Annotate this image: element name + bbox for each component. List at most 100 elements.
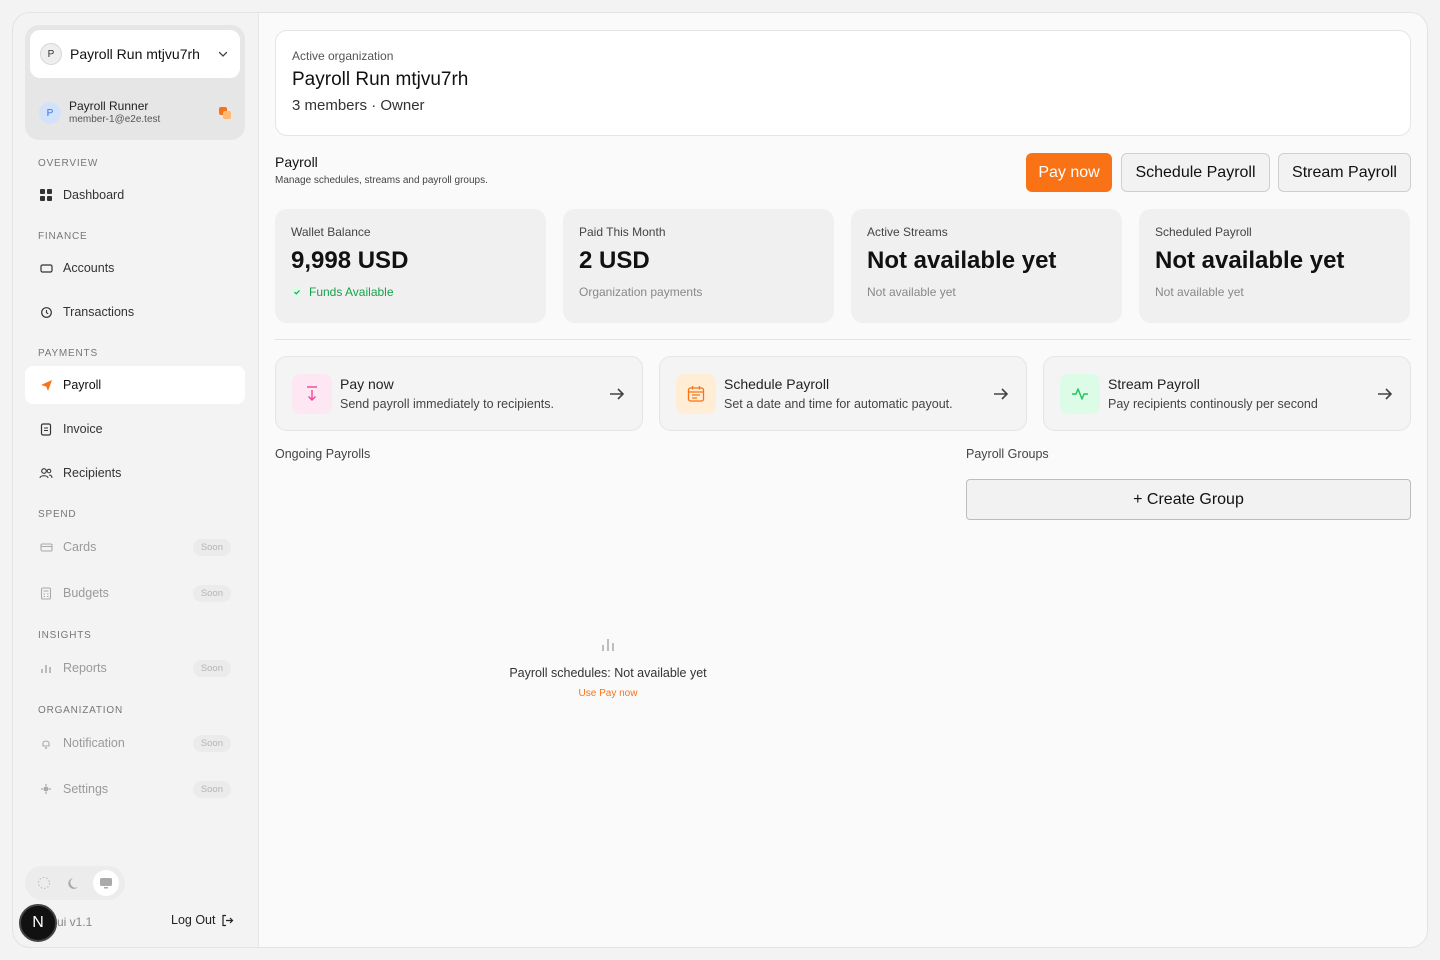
org-header: Active organization Payroll Run mtjvu7rh…: [275, 30, 1411, 136]
check-circle-icon: [292, 287, 302, 297]
sidebar-item-notification[interactable]: Notification Soon: [25, 724, 245, 762]
monitor-icon: [99, 878, 112, 889]
org-name: Payroll Run mtjvu7rh: [70, 46, 200, 62]
sidebar-item-settings[interactable]: Settings Soon: [25, 770, 245, 808]
logout-icon: [222, 914, 234, 926]
stat-label: Active Streams: [867, 225, 948, 239]
users-icon: [39, 466, 53, 480]
org-header-subtitle: 3 members · Owner: [292, 97, 425, 114]
page-title: Payroll: [275, 154, 318, 170]
section-finance: FINANCE: [38, 231, 88, 242]
org-card: P Payroll Run mtjvu7rh P Payroll Runner …: [25, 25, 245, 140]
org-header-label: Active organization: [292, 49, 394, 63]
org-header-title: Payroll Run mtjvu7rh: [292, 69, 469, 90]
soon-badge: Soon: [192, 538, 231, 556]
stat-active-streams: Active Streams Not available yet Not ava…: [851, 209, 1122, 323]
sidebar-item-invoice[interactable]: Invoice: [25, 410, 245, 448]
wallet-icon: [39, 261, 53, 275]
payroll-groups-label: Payroll Groups: [966, 447, 1049, 461]
theme-light-button[interactable]: [31, 870, 57, 896]
sidebar: P Payroll Run mtjvu7rh P Payroll Runner …: [13, 13, 258, 947]
soon-badge: Soon: [192, 659, 231, 677]
main-content: Active organization Payroll Run mtjvu7rh…: [258, 13, 1427, 947]
action-card-stream[interactable]: Stream Payroll Pay recipients continousl…: [1043, 356, 1411, 431]
credit-card-icon: [39, 540, 53, 554]
logout-button[interactable]: Log Out: [171, 913, 234, 927]
stat-scheduled-payroll: Scheduled Payroll Not available yet Not …: [1139, 209, 1410, 323]
calculator-icon: [39, 586, 53, 600]
devtools-badge[interactable]: N: [19, 904, 57, 942]
org-switcher[interactable]: P Payroll Run mtjvu7rh: [30, 30, 240, 78]
stat-paid-this-month: Paid This Month 2 USD Organization payme…: [563, 209, 834, 323]
stat-sub: Not available yet: [1155, 285, 1244, 299]
create-group-button[interactable]: + Create Group: [966, 479, 1411, 520]
action-card-pay-now[interactable]: Pay now Send payroll immediately to reci…: [275, 356, 643, 431]
stat-sub: Funds Available: [291, 285, 530, 299]
bar-chart-icon: [39, 661, 53, 675]
action-desc: Pay recipients continously per second: [1108, 397, 1318, 411]
chevron-down-icon: [218, 51, 228, 57]
sidebar-item-budgets[interactable]: Budgets Soon: [25, 574, 245, 612]
use-pay-now-link[interactable]: Use Pay now: [579, 688, 638, 699]
sidebar-item-label: Settings: [63, 782, 109, 796]
action-title: Schedule Payroll: [724, 376, 830, 392]
sidebar-item-payroll[interactable]: Payroll: [25, 366, 245, 404]
sidebar-item-dashboard[interactable]: Dashboard: [25, 176, 245, 214]
bell-icon: [39, 736, 53, 750]
theme-system-button[interactable]: [92, 870, 119, 896]
stat-value: 2 USD: [579, 247, 650, 274]
section-overview: OVERVIEW: [38, 158, 99, 169]
theme-toggle: [25, 866, 125, 900]
stat-sub: Organization payments: [579, 285, 703, 299]
section-organization: ORGANIZATION: [38, 705, 123, 716]
pay-now-button[interactable]: Pay now: [1026, 153, 1112, 192]
sidebar-item-reports[interactable]: Reports Soon: [25, 649, 245, 687]
activity-icon: [1060, 373, 1100, 414]
sidebar-item-transactions[interactable]: Transactions: [25, 293, 245, 331]
sun-icon: [38, 877, 51, 889]
stat-label: Scheduled Payroll: [1155, 225, 1252, 239]
action-title: Pay now: [340, 376, 394, 392]
sidebar-item-label: Recipients: [63, 466, 122, 480]
arrow-right-icon: [994, 387, 1009, 400]
empty-state-text: Payroll schedules: Not available yet: [509, 666, 707, 680]
user-name: Payroll Runner: [69, 99, 149, 114]
ongoing-payrolls-label: Ongoing Payrolls: [275, 447, 371, 461]
sidebar-item-label: Reports: [63, 661, 107, 675]
history-icon: [39, 305, 53, 319]
sidebar-item-accounts[interactable]: Accounts: [25, 249, 245, 287]
gear-icon: [39, 782, 53, 796]
sidebar-item-label: Dashboard: [63, 188, 125, 202]
stream-payroll-button[interactable]: Stream Payroll: [1278, 153, 1411, 192]
moon-icon: [68, 878, 78, 889]
user-info: Payroll Runner member-1@e2e.test: [69, 99, 217, 127]
sidebar-item-label: Cards: [63, 540, 97, 554]
section-spend: SPEND: [38, 509, 77, 520]
sidebar-item-recipients[interactable]: Recipients: [25, 454, 245, 492]
sidebar-item-label: Payroll: [63, 378, 102, 392]
page-description: Manage schedules, streams and payroll gr…: [275, 175, 488, 186]
theme-dark-button[interactable]: [62, 870, 88, 896]
sidebar-item-cards[interactable]: Cards Soon: [25, 528, 245, 566]
sidebar-item-label: Transactions: [63, 305, 135, 319]
send-icon: [39, 378, 53, 392]
section-payments: PAYMENTS: [38, 348, 98, 359]
stat-sub: Not available yet: [867, 285, 956, 299]
copy-icon[interactable]: [217, 105, 233, 121]
stat-value: 9,998 USD: [291, 247, 409, 274]
soon-badge: Soon: [192, 584, 231, 602]
logout-label: Log Out: [171, 913, 216, 927]
section-insights: INSIGHTS: [38, 630, 92, 641]
arrow-right-icon: [1378, 387, 1393, 400]
stat-value: Not available yet: [1155, 247, 1345, 274]
action-card-schedule[interactable]: Schedule Payroll Set a date and time for…: [659, 356, 1027, 431]
app-frame: P Payroll Run mtjvu7rh P Payroll Runner …: [12, 12, 1428, 948]
divider: [275, 339, 1411, 340]
stat-sub-text: Funds Available: [309, 285, 394, 299]
action-title: Stream Payroll: [1108, 376, 1200, 392]
soon-badge: Soon: [192, 734, 231, 752]
document-icon: [39, 422, 53, 436]
sidebar-item-label: Notification: [63, 736, 125, 750]
sidebar-item-label: Budgets: [63, 586, 109, 600]
schedule-payroll-button[interactable]: Schedule Payroll: [1121, 153, 1270, 192]
